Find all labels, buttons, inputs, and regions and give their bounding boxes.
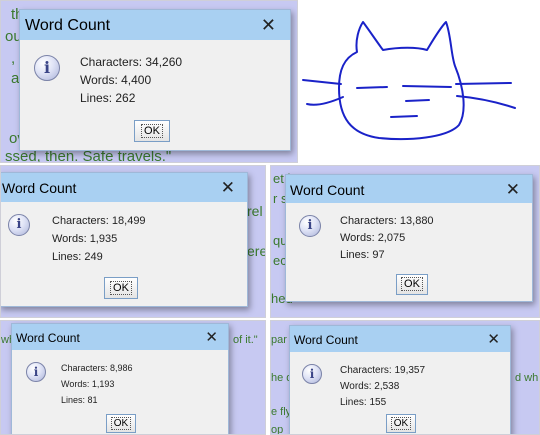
word-count-stats: Characters: 18,499 Words: 1,935 Lines: 2… bbox=[52, 216, 146, 263]
info-icon: i bbox=[299, 215, 321, 237]
characters-count: Characters: 13,880 bbox=[340, 215, 434, 227]
dialog-title: Word Count bbox=[2, 180, 77, 196]
background-text: ere bbox=[247, 243, 266, 259]
cat-whisker-left-bottom bbox=[306, 96, 344, 106]
words-count: Words: 1,193 bbox=[61, 379, 115, 389]
close-icon[interactable]: ✕ bbox=[261, 16, 276, 34]
ok-button-label: OK bbox=[110, 281, 132, 296]
cat-head-outline bbox=[338, 21, 465, 141]
dialog-title: Word Count bbox=[25, 17, 111, 34]
word-count-dialog: Word Count ✕ i Characters: 13,880 Words:… bbox=[285, 174, 533, 302]
close-icon[interactable]: ✕ bbox=[221, 179, 235, 196]
word-count-dialog: Word Count ✕ i Characters: 18,499 Words:… bbox=[1, 172, 248, 307]
close-icon[interactable]: ✕ bbox=[205, 330, 218, 345]
dialog-title: Word Count bbox=[16, 331, 80, 345]
background-text: ssed, then. Safe travels." bbox=[5, 148, 172, 163]
dialog-title: Word Count bbox=[290, 182, 365, 198]
dialog-title-bar: Word Count ✕ bbox=[290, 326, 510, 352]
cat-eye-left bbox=[356, 86, 388, 89]
words-count: Words: 2,075 bbox=[340, 232, 406, 244]
characters-count: Characters: 34,260 bbox=[80, 55, 183, 69]
words-count: Words: 1,935 bbox=[52, 233, 118, 245]
background-text: par bbox=[271, 334, 287, 346]
cat-sketch-panel bbox=[299, 0, 540, 163]
lines-count: Lines: 97 bbox=[340, 249, 385, 261]
cat-whisker-right-bottom bbox=[456, 95, 516, 109]
ok-button[interactable]: OK bbox=[396, 274, 428, 295]
word-count-dialog: Word Count ✕ i Characters: 8,986 Words: … bbox=[11, 323, 229, 434]
cat-nose bbox=[405, 99, 430, 102]
info-icon: i bbox=[34, 55, 60, 81]
word-count-dialog: Word Count ✕ i Characters: 19,357 Words:… bbox=[289, 325, 511, 434]
cat-mouth bbox=[390, 115, 418, 118]
close-icon[interactable]: ✕ bbox=[487, 332, 500, 347]
lines-count: Lines: 81 bbox=[61, 395, 98, 405]
background-text: d wh bbox=[515, 372, 539, 384]
screenshot-panel-2: rel ere Word Count ✕ i Characters: 18,49… bbox=[0, 165, 266, 318]
cat-eye-right bbox=[402, 85, 452, 88]
background-text: of it." bbox=[233, 334, 258, 346]
ok-button[interactable]: OK bbox=[386, 414, 416, 433]
ok-button-label: OK bbox=[390, 417, 412, 430]
close-icon[interactable]: ✕ bbox=[506, 181, 520, 198]
background-text: op bbox=[271, 424, 284, 435]
dialog-title-bar: Word Count ✕ bbox=[20, 10, 290, 40]
word-count-stats: Characters: 19,357 Words: 2,538 Lines: 1… bbox=[340, 366, 425, 408]
ok-button-label: OK bbox=[110, 417, 132, 430]
dialog-title-bar: Word Count ✕ bbox=[1, 173, 247, 202]
word-count-stats: Characters: 34,260 Words: 4,400 Lines: 2… bbox=[80, 56, 182, 104]
cat-face-doodle bbox=[302, 21, 516, 141]
characters-count: Characters: 8,986 bbox=[61, 363, 133, 373]
characters-count: Characters: 19,357 bbox=[340, 365, 426, 376]
ok-button-label: OK bbox=[401, 277, 423, 292]
ok-button-label: OK bbox=[141, 124, 163, 139]
lines-count: Lines: 249 bbox=[52, 251, 103, 263]
info-icon: i bbox=[8, 214, 30, 236]
info-icon: i bbox=[302, 364, 322, 384]
screenshot-panel-4: wh of it." Word Count ✕ i Characters: 8,… bbox=[0, 320, 266, 435]
lines-count: Lines: 155 bbox=[340, 397, 387, 408]
ok-button[interactable]: OK bbox=[134, 120, 170, 142]
screenshot-panel-3: et i r s qui ect hed Word Count ✕ i Char… bbox=[270, 165, 540, 318]
word-count-stats: Characters: 8,986 Words: 1,193 Lines: 81 bbox=[61, 364, 133, 405]
words-count: Words: 4,400 bbox=[80, 73, 152, 87]
dialog-title: Word Count bbox=[294, 333, 358, 347]
screenshot-panel-5: par he d d wh e fly op Word Count ✕ i Ch… bbox=[270, 320, 540, 435]
word-count-dialog: Word Count ✕ i Characters: 34,260 Words:… bbox=[19, 9, 291, 151]
word-count-stats: Characters: 13,880 Words: 2,075 Lines: 9… bbox=[340, 216, 434, 261]
characters-count: Characters: 18,499 bbox=[52, 215, 146, 227]
lines-count: Lines: 262 bbox=[80, 91, 136, 105]
screenshot-panel-1: th ou , a ov ssed, then. Safe travels." … bbox=[0, 0, 298, 163]
info-icon: i bbox=[26, 362, 46, 382]
dialog-title-bar: Word Count ✕ bbox=[286, 175, 532, 203]
ok-button[interactable]: OK bbox=[104, 277, 138, 299]
words-count: Words: 2,538 bbox=[340, 381, 400, 392]
ok-button[interactable]: OK bbox=[106, 414, 136, 433]
background-text: rel bbox=[247, 203, 263, 219]
dialog-title-bar: Word Count ✕ bbox=[12, 324, 228, 350]
cat-whisker-left-top bbox=[302, 79, 342, 85]
background-text: , bbox=[11, 50, 16, 67]
cat-whisker-right-top bbox=[455, 82, 512, 85]
